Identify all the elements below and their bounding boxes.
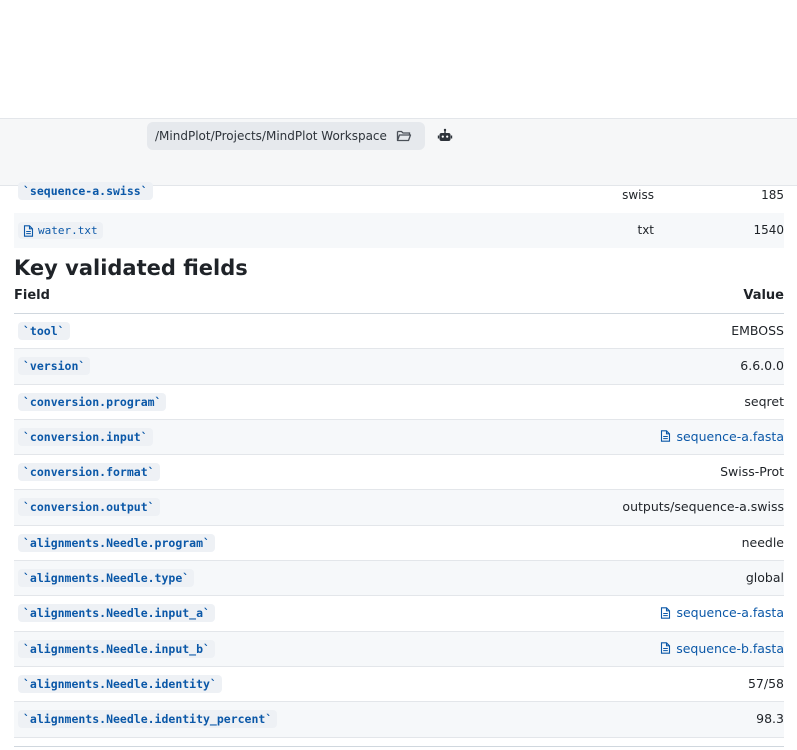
- field-value: outputs/sequence-a.swiss: [622, 499, 784, 515]
- file-type: swiss: [622, 188, 654, 202]
- file-type: txt: [637, 223, 654, 237]
- field-key: `tool`: [18, 322, 70, 340]
- field-value-link[interactable]: sequence-b.fasta: [660, 641, 784, 658]
- file-icon: [23, 224, 34, 237]
- field-key: `alignments.Needle.type`: [18, 569, 195, 588]
- file-link[interactable]: water.txt: [18, 222, 103, 239]
- field-value: seqret: [744, 393, 784, 409]
- file-link-label: sequence-b.fasta: [676, 640, 784, 656]
- field-key: `alignments.Needle.identity_percent`: [18, 710, 278, 729]
- table-row: `conversion.program` seqret: [14, 385, 784, 420]
- table-row: `alignments.Needle.type` global: [14, 561, 784, 597]
- top-blank-area: [0, 0, 797, 118]
- file-icon: [660, 430, 671, 443]
- field-value: 98.3: [756, 711, 784, 727]
- field-value: global: [745, 570, 784, 586]
- field-key: `conversion.format`: [18, 463, 160, 482]
- workspace-path: /MindPlot/Projects/MindPlot Workspace: [155, 129, 387, 143]
- table-row: `alignments.Needle.program` needle: [14, 526, 784, 562]
- robot-icon[interactable]: [433, 124, 457, 148]
- field-value: Swiss-Prot: [720, 464, 784, 480]
- file-link-label: water.txt: [38, 224, 98, 237]
- table-row: `version` 6.6.0.0: [14, 349, 784, 385]
- section-heading: Key validated fields: [14, 256, 248, 280]
- field-key: `alignments.Needle.input_a`: [18, 604, 215, 623]
- file-icon: [660, 642, 671, 654]
- file-size: 1540: [753, 223, 784, 237]
- table-row: `alignments.Needle.input_a` sequence-a.f…: [14, 596, 784, 632]
- field-key: `alignments.Needle.input_b`: [18, 639, 215, 658]
- field-value: needle: [741, 534, 784, 550]
- field-key: `alignments.Needle.identity`: [18, 674, 222, 693]
- table-row: `tool` EMBOSS: [14, 314, 784, 350]
- file-row: `sequence-a.swiss` swiss 185: [14, 178, 784, 213]
- folder-open-icon[interactable]: [396, 129, 412, 143]
- file-row: water.txt txt 1540: [14, 213, 784, 248]
- table-row: `conversion.output` outputs/sequence-a.s…: [14, 490, 784, 526]
- table-row: `conversion.input` sequence-a.fasta: [14, 419, 784, 456]
- field-value: EMBOSS: [731, 323, 784, 338]
- field-value-link[interactable]: sequence-a.fasta: [660, 605, 784, 622]
- field-value: 6.6.0.0: [740, 358, 784, 374]
- field-value-link[interactable]: sequence-a.fasta: [660, 429, 784, 446]
- table-header: Field Value: [14, 286, 784, 314]
- workspace-toolbar: /MindPlot/Projects/MindPlot Workspace: [0, 118, 797, 152]
- table-row: `alignments.Needle.identity_percent` 98.…: [14, 702, 784, 738]
- file-size: 185: [761, 188, 784, 202]
- table-row: `alignments.Needle.input_b` sequence-b.f…: [14, 631, 784, 667]
- file-icon: [660, 607, 671, 619]
- field-key: `conversion.output`: [18, 498, 160, 517]
- table-bottom-border: [14, 746, 784, 750]
- workspace-path-pill[interactable]: /MindPlot/Projects/MindPlot Workspace: [147, 122, 425, 150]
- field-key: `alignments.Needle.program`: [18, 533, 215, 552]
- column-header-field: Field: [14, 288, 50, 303]
- file-name-code: `sequence-a.swiss`: [18, 182, 153, 200]
- validated-fields-table: Field Value `tool` EMBOSS `version` 6.6.…: [14, 286, 784, 738]
- field-key: `version`: [18, 357, 91, 376]
- file-link-label: sequence-a.fasta: [676, 605, 784, 621]
- field-key: `conversion.input`: [18, 427, 153, 446]
- file-link-label: sequence-a.fasta: [676, 428, 784, 444]
- column-header-value: Value: [743, 288, 784, 303]
- table-row: `alignments.Needle.identity` 57/58: [14, 667, 784, 703]
- field-value: 57/58: [747, 675, 784, 691]
- table-row: `conversion.format` Swiss-Prot: [14, 455, 784, 491]
- field-key: `conversion.program`: [18, 392, 167, 411]
